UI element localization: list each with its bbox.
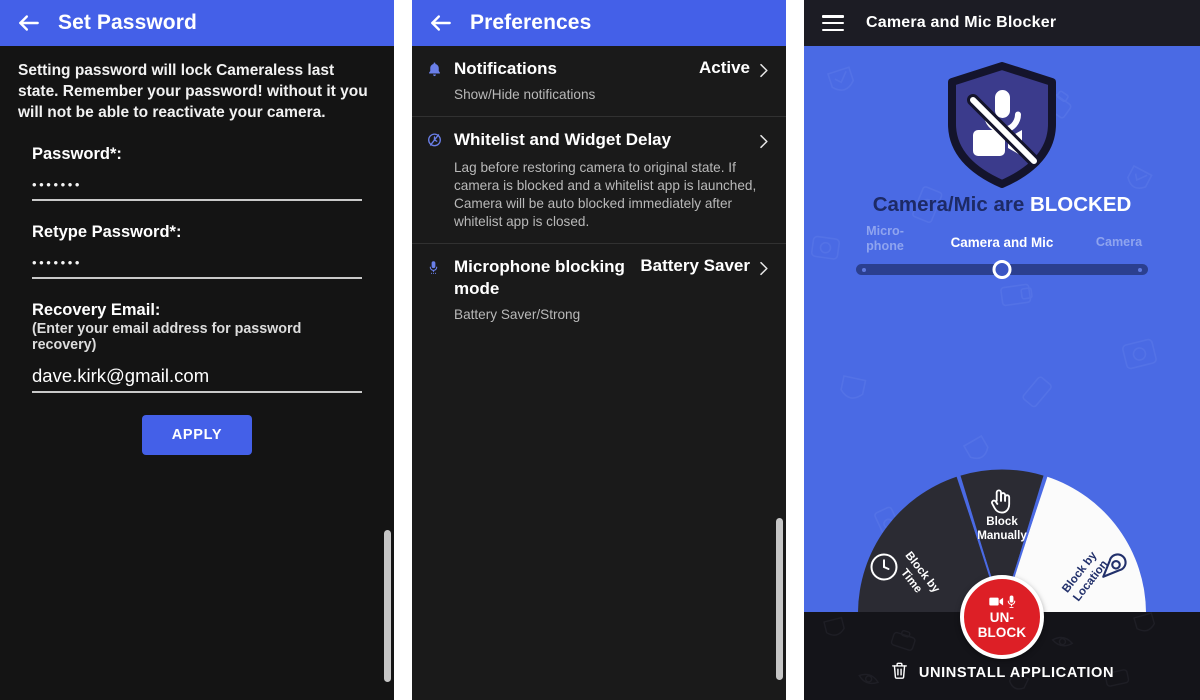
- status-text: Camera/Mic are BLOCKED: [804, 193, 1200, 217]
- uninstall-application-button[interactable]: UNINSTALL APPLICATION: [804, 660, 1200, 686]
- preferences-scrollbar-thumb[interactable]: [776, 518, 783, 680]
- preferences-screen: Preferences Notifications Active Show/Hi…: [412, 0, 786, 700]
- preference-row-microphone-blocking-mode[interactable]: Microphone blocking mode Battery Saver B…: [412, 244, 786, 336]
- screenshot-stage: Set Password Setting password will lock …: [0, 0, 1200, 700]
- alarm-clock-icon: [426, 129, 446, 148]
- retype-password-value: •••••••: [32, 255, 83, 270]
- preferences-list: Notifications Active Show/Hide notificat…: [412, 46, 786, 336]
- chevron-right-icon[interactable]: [758, 129, 770, 149]
- preference-title: Notifications: [454, 59, 557, 78]
- camera-mic-blocker-screen: Camera and Mic Blocker Camera/Mic are BL…: [804, 0, 1200, 700]
- preference-description: Lag before restoring camera to original …: [454, 160, 757, 229]
- status-highlight: BLOCKED: [1029, 193, 1132, 216]
- set-password-screen: Set Password Setting password will lock …: [0, 0, 394, 700]
- status-prefix: Camera/Mic are: [872, 193, 1025, 216]
- preference-description: Battery Saver/Strong: [454, 307, 581, 322]
- password-scrollbar-thumb[interactable]: [384, 530, 391, 682]
- hamburger-menu-icon[interactable]: [822, 15, 844, 31]
- trash-icon: [890, 660, 909, 686]
- password-input[interactable]: •••••••: [32, 176, 362, 201]
- page-title: Set Password: [58, 11, 197, 34]
- recovery-email-hint: (Enter your email address for password r…: [32, 321, 302, 353]
- mode-option-camera[interactable]: Camera: [1086, 235, 1152, 250]
- password-app-bar: Set Password: [0, 0, 394, 46]
- unblock-button-label: UN- BLOCK: [977, 609, 1027, 640]
- recovery-email-label: Recovery Email:: [32, 301, 161, 319]
- preference-row-notifications[interactable]: Notifications Active Show/Hide notificat…: [412, 46, 786, 117]
- apply-button-row: APPLY: [18, 415, 376, 455]
- camera-icon: [988, 597, 1003, 606]
- password-form: Setting password will lock Cameraless la…: [0, 46, 394, 455]
- app-title: Camera and Mic Blocker: [866, 14, 1057, 31]
- mode-option-microphone[interactable]: Micro- phone: [852, 224, 918, 254]
- chevron-right-icon[interactable]: [758, 256, 770, 276]
- recovery-email-value: dave.kirk@gmail.com: [32, 365, 210, 386]
- unblock-button[interactable]: UN- BLOCK: [960, 575, 1044, 659]
- apply-button[interactable]: APPLY: [141, 415, 253, 455]
- mode-slider-labels: Micro- phone Camera and Mic Camera: [856, 224, 1148, 262]
- radial-label-block-manually[interactable]: Block Manually: [954, 515, 1050, 542]
- unblock-button-icons: [988, 595, 1016, 608]
- password-label: Password*:: [32, 145, 122, 163]
- bell-icon: [426, 58, 446, 79]
- preferences-app-bar: Preferences: [412, 0, 786, 46]
- recovery-email-input[interactable]: dave.kirk@gmail.com: [32, 365, 362, 393]
- mode-slider[interactable]: Micro- phone Camera and Mic Camera: [856, 224, 1148, 279]
- page-title: Preferences: [470, 11, 592, 34]
- microphone-icon: [1007, 595, 1015, 608]
- preference-description: Show/Hide notifications: [454, 87, 596, 102]
- main-top-bar: Camera and Mic Blocker: [804, 0, 1200, 46]
- back-arrow-icon[interactable]: [16, 10, 42, 36]
- uninstall-label: UNINSTALL APPLICATION: [918, 665, 1115, 681]
- preference-title: Whitelist and Widget Delay: [454, 130, 672, 149]
- preference-title: Microphone blocking mode: [454, 257, 625, 298]
- microphone-icon: [426, 256, 446, 277]
- preference-value: Active: [698, 58, 750, 77]
- mode-slider-knob[interactable]: [992, 260, 1012, 279]
- chevron-right-icon[interactable]: [758, 58, 770, 78]
- preference-value: Battery Saver: [640, 256, 750, 275]
- tap-hand-icon: [988, 488, 1014, 516]
- password-field-group: Password*: •••••••: [18, 145, 376, 201]
- recovery-email-field-group: Recovery Email: (Enter your email addres…: [18, 301, 376, 393]
- retype-password-field-group: Retype Password*: •••••••: [18, 223, 376, 279]
- back-arrow-icon[interactable]: [428, 10, 454, 36]
- password-intro-text: Setting password will lock Cameraless la…: [18, 62, 368, 121]
- preference-row-whitelist-widget-delay[interactable]: Whitelist and Widget Delay Lag before re…: [412, 117, 786, 244]
- retype-password-input[interactable]: •••••••: [32, 254, 362, 279]
- shield-mic-camera-blocked-icon: [804, 62, 1200, 188]
- main-blue-area: Camera/Mic are BLOCKED Micro- phone Came…: [804, 46, 1200, 612]
- mode-option-camera-and-mic[interactable]: Camera and Mic: [932, 235, 1072, 250]
- retype-password-label: Retype Password*:: [32, 223, 182, 241]
- password-value: •••••••: [32, 177, 83, 192]
